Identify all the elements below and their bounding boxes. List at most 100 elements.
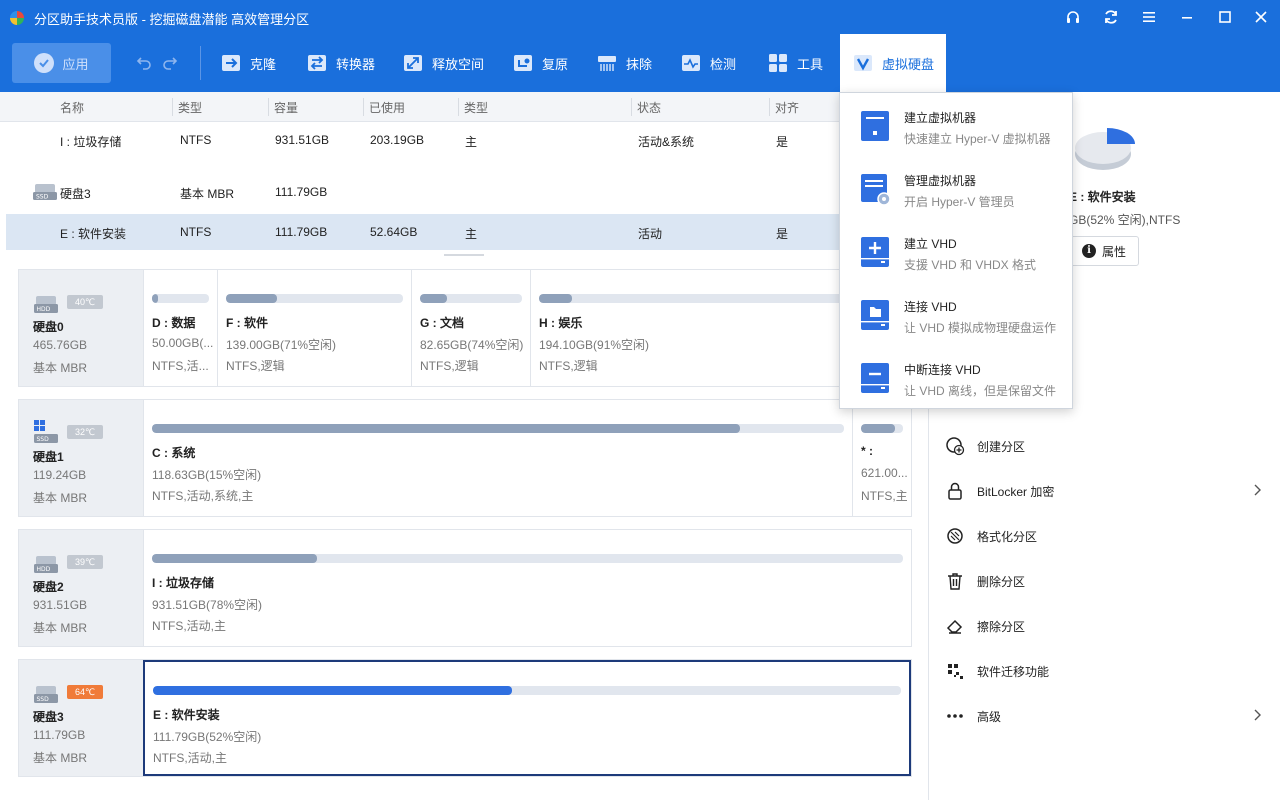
undo-icon[interactable] [136,54,152,70]
row-align: 是 [776,135,789,149]
apply-label: 应用 [62,56,89,72]
chevron-right-icon [1254,709,1261,721]
disk-block: HDD 39℃ 硬盘2 931.51GB 基本 MBR I : 垃圾存储 931… [18,529,912,647]
row-name: I : 垃圾存储 [60,135,122,149]
table-row-disk[interactable]: SSD 硬盘3 基本 MBR 111.79GB [6,174,840,210]
column-header-align[interactable]: 对齐 [775,99,799,116]
disk-info[interactable]: HDD 39℃ 硬盘2 931.51GB 基本 MBR [19,530,143,646]
properties-button[interactable]: i 属性 [1069,236,1139,266]
redo-icon[interactable] [162,54,178,70]
partition-block[interactable]: G : 文档 82.65GB(74%空闲) NTFS,逻辑 [411,270,530,386]
partition-block[interactable]: C : 系统 118.63GB(15%空闲) NTFS,活动,系统,主 [143,400,852,516]
menu-item-manage-vm[interactable]: 管理虚拟机器 开启 Hyper-V 管理员 [840,158,1072,221]
panel-splitter[interactable] [444,254,484,256]
op-label: 删除分区 [977,574,1026,589]
wipe-icon [596,52,618,74]
column-separator [363,98,364,116]
op-app-migration[interactable]: 软件迁移功能 [945,653,1275,689]
tool-label: 克隆 [250,56,277,72]
disk-block: HDD 40℃ 硬盘0 465.76GB 基本 MBR D : 数据 50.00… [18,269,912,387]
maximize-icon[interactable] [1206,0,1244,34]
refresh-icon[interactable] [1092,0,1130,34]
op-label: 格式化分区 [977,529,1038,544]
tool-virtual-disk[interactable]: 虚拟硬盘 [840,34,947,92]
op-label: 高级 [977,709,1002,724]
partition-name: C : 系统 [152,446,196,460]
op-delete[interactable]: 删除分区 [945,563,1275,599]
disk-type: 基本 MBR [33,751,88,765]
tool-label: 虚拟硬盘 [882,56,935,72]
menu-icon[interactable] [1130,0,1168,34]
usage-bar [152,554,903,563]
partition-fs: NTFS,主 [861,489,908,503]
column-header-capacity[interactable]: 容量 [274,99,298,116]
tool-label: 抹除 [626,56,653,72]
usage-fill [539,294,572,303]
menu-item-create-vm[interactable]: 建立虚拟机器 快速建立 Hyper-V 虚拟机器 [840,95,1072,158]
partition-block-selected[interactable]: E : 软件安装 111.79GB(52%空闲) NTFS,活动,主 [143,660,911,776]
row-status: 活动 [638,227,663,241]
tool-free-space[interactable]: 释放空间 [402,34,484,92]
svg-text:SSD: SSD [36,194,49,201]
tool-clone[interactable]: 克隆 [220,34,276,92]
partition-block[interactable]: I : 垃圾存储 931.51GB(78%空闲) NTFS,活动,主 [143,530,911,646]
op-create-partition[interactable]: 创建分区 [945,428,1275,464]
partition-size: 139.00GB(71%空闲) [226,338,337,352]
partition-block[interactable]: F : 软件 139.00GB(71%空闲) NTFS,逻辑 [217,270,411,386]
apply-button[interactable]: 应用 [12,43,111,83]
column-header-type[interactable]: 类型 [464,99,488,116]
check-icon [680,52,702,74]
row-capacity: 111.79GB [275,225,328,239]
selected-partition-title: E : 软件安装 [1069,190,1136,204]
column-header-used[interactable]: 已使用 [369,99,405,116]
op-bitlocker[interactable]: BitLocker 加密 [945,473,1275,509]
row-fs: NTFS [180,133,212,147]
temperature-badge: 40℃ [67,295,103,309]
tool-wipe[interactable]: 抹除 [596,34,652,92]
op-label: BitLocker 加密 [977,484,1055,499]
menu-item-connect-vhd[interactable]: 连接 VHD 让 VHD 模拟成物理硬盘运作 [840,284,1072,347]
minimize-icon[interactable] [1168,0,1206,34]
usage-fill [861,424,895,433]
menu-item-create-vhd[interactable]: 建立 VHD 支援 VHD 和 VHDX 格式 [840,221,1072,284]
op-label: 软件迁移功能 [977,664,1050,679]
column-header-fs[interactable]: 类型 [178,99,202,116]
partition-block[interactable]: D : 数据 50.00GB(... NTFS,活... [143,270,217,386]
op-advanced[interactable]: 高级 [945,698,1275,734]
tool-tools[interactable]: 工具 [767,34,823,92]
menu-item-title: 管理虚拟机器 [904,174,977,188]
disk-info[interactable]: HDD 40℃ 硬盘0 465.76GB 基本 MBR [19,270,143,386]
format-icon [945,526,965,546]
converter-icon [306,52,328,74]
op-wipe[interactable]: 擦除分区 [945,608,1275,644]
column-header-name[interactable]: 名称 [60,99,84,116]
table-row-selected[interactable]: E : 软件安装 NTFS 111.79GB 52.64GB 主 活动 是 [6,214,840,250]
usage-fill [152,424,741,433]
temperature-badge: 39℃ [67,555,103,569]
tool-restore[interactable]: 复原 [512,34,568,92]
disk-info[interactable]: SSD 32℃ 硬盘1 119.24GB 基本 MBR [19,400,143,516]
trash-icon [945,571,965,591]
partition-size: 111.79GB(52%空闲) [153,730,262,744]
column-separator [458,98,459,116]
clone-icon [220,52,242,74]
close-icon[interactable] [1242,0,1280,34]
hdd-icon: HDD [34,556,58,573]
selected-partition-info: GB(52% 空闲),NTFS [1069,213,1181,227]
partition-block[interactable]: * : 621.00... NTFS,主 [852,400,911,516]
menu-item-title: 建立 VHD [904,237,957,251]
app-logo-icon [10,11,24,25]
row-used: 203.19GB [370,133,425,147]
disk-size: 465.76GB [33,338,88,352]
partition-fs: NTFS,活动,主 [152,619,226,633]
column-header-status[interactable]: 状态 [637,99,661,116]
table-row[interactable]: I : 垃圾存储 NTFS 931.51GB 203.19GB 主 活动&系统 … [6,122,840,158]
menu-item-disconnect-vhd[interactable]: 中断连接 VHD 让 VHD 离线，但是保留文件 [840,347,1072,410]
support-headset-icon[interactable] [1054,0,1092,34]
tool-converter[interactable]: 转换器 [306,34,375,92]
disk-info[interactable]: SSD 64℃ 硬盘3 111.79GB 基本 MBR [19,660,143,776]
tool-label: 复原 [542,56,569,72]
row-type: 主 [465,135,478,149]
tool-check[interactable]: 检测 [680,34,736,92]
op-format[interactable]: 格式化分区 [945,518,1275,554]
